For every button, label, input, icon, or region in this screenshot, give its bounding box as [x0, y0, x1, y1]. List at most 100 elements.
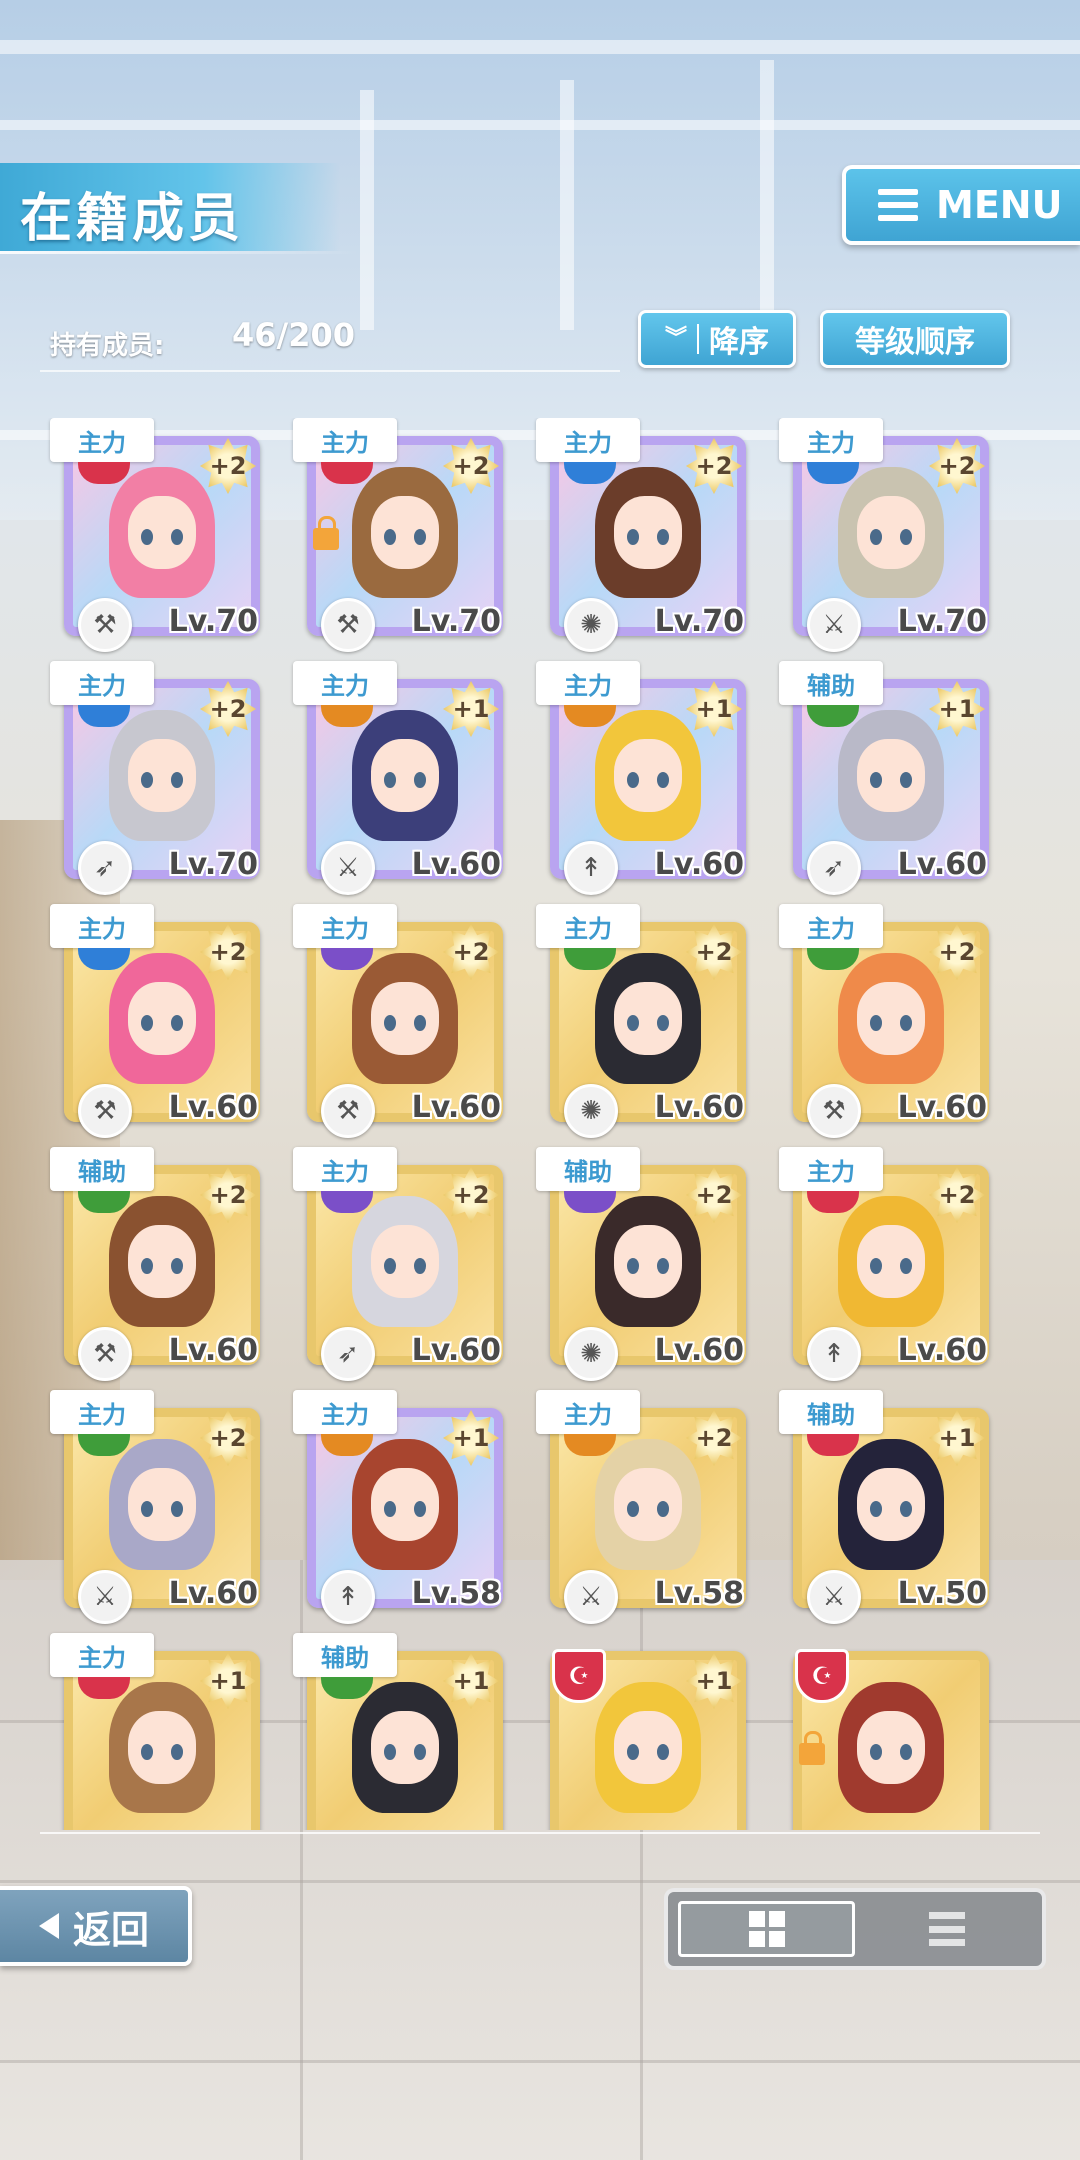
member-level: Lv.70: [411, 604, 501, 639]
role-badge: 辅助: [779, 1390, 883, 1434]
hamburger-icon: [878, 189, 918, 221]
role-badge: 主力: [536, 418, 640, 462]
member-card[interactable]: 主力 +2 ⚒ Lv.70: [50, 418, 260, 652]
member-card[interactable]: 辅助 +1: [293, 1633, 503, 1830]
member-grid: 主力 +2 ⚒ Lv.70 主力 +2 ⚒ Lv.70 主力 +2 ✺ Lv.70 主力 +2 ⚔ Lv.70…: [40, 418, 1040, 1830]
hammer-icon: ⚒: [807, 1084, 861, 1138]
hammer-icon: ⚒: [321, 598, 375, 652]
grid-view-icon: [748, 1911, 785, 1947]
member-level: Lv.70: [897, 604, 987, 639]
bow-icon: ➶: [78, 841, 132, 895]
sword-icon: ⚔: [807, 598, 861, 652]
member-level: Lv.60: [654, 1333, 744, 1368]
role-badge: 主力: [293, 418, 397, 462]
member-card[interactable]: 主力 +2 ⚔ Lv.60: [50, 1390, 260, 1624]
member-card[interactable]: 辅助 +1 ➶ Lv.60: [779, 661, 989, 895]
member-card[interactable]: ☪: [779, 1633, 989, 1830]
role-badge: 辅助: [779, 661, 883, 705]
list-view-icon: [928, 1912, 965, 1946]
attribute-shield-icon: ☪: [552, 1649, 606, 1703]
role-badge: 主力: [50, 418, 154, 462]
member-card[interactable]: 主力 +2 ⚒ Lv.60: [779, 904, 989, 1138]
sort-order-button[interactable]: ︾ 降序: [638, 310, 796, 368]
role-badge: 主力: [293, 1390, 397, 1434]
member-count-value: 46/200: [232, 316, 356, 354]
role-badge: 主力: [536, 1390, 640, 1434]
role-badge: 主力: [536, 904, 640, 948]
member-level: Lv.70: [168, 604, 258, 639]
lance-icon: ↟: [807, 1327, 861, 1381]
role-badge: 主力: [293, 1147, 397, 1191]
role-badge: 主力: [50, 1633, 154, 1677]
grid-view-button[interactable]: [678, 1901, 855, 1957]
member-card[interactable]: 主力 +2 ⚒ Lv.60: [50, 904, 260, 1138]
back-button[interactable]: 返回: [0, 1886, 192, 1966]
member-level: Lv.60: [411, 1333, 501, 1368]
member-card[interactable]: 主力 +2 ➶ Lv.60: [293, 1147, 503, 1381]
member-level: Lv.60: [411, 1090, 501, 1125]
role-badge: 主力: [293, 904, 397, 948]
member-card[interactable]: 主力 +1 ↟ Lv.60: [536, 661, 746, 895]
member-card[interactable]: 主力 +2 ✺ Lv.70: [536, 418, 746, 652]
hammer-icon: ⚒: [78, 1084, 132, 1138]
member-card[interactable]: 辅助 +2 ✺ Lv.60: [536, 1147, 746, 1381]
sword-icon: ⚔: [78, 1570, 132, 1624]
gear-icon: ✺: [564, 1327, 618, 1381]
sort-key-button[interactable]: 等级顺序: [820, 310, 1010, 368]
view-toggle: [664, 1888, 1046, 1970]
sword-icon: ⚔: [321, 841, 375, 895]
member-card[interactable]: 主力 +2 ⚔ Lv.70: [779, 418, 989, 652]
lock-icon: [313, 516, 339, 550]
member-level: Lv.60: [897, 847, 987, 882]
member-card[interactable]: 主力 +2 ↟ Lv.60: [779, 1147, 989, 1381]
member-level: Lv.70: [654, 604, 744, 639]
member-level: Lv.60: [654, 1090, 744, 1125]
role-badge: 主力: [536, 661, 640, 705]
member-card[interactable]: 主力 +2 ✺ Lv.60: [536, 904, 746, 1138]
member-card[interactable]: 主力 +1: [50, 1633, 260, 1830]
role-badge: 主力: [779, 1147, 883, 1191]
member-level: Lv.50: [897, 1576, 987, 1611]
menu-button[interactable]: MENU: [842, 165, 1080, 245]
member-card[interactable]: 主力 +2 ⚒ Lv.70: [293, 418, 503, 652]
member-level: Lv.60: [168, 1576, 258, 1611]
member-level: Lv.58: [654, 1576, 744, 1611]
member-card[interactable]: 主力 +1 ⚔ Lv.60: [293, 661, 503, 895]
gear-icon: ✺: [564, 598, 618, 652]
hammer-icon: ⚒: [78, 1327, 132, 1381]
sort-key-label: 等级顺序: [855, 325, 975, 360]
role-badge: 辅助: [536, 1147, 640, 1191]
role-badge: 辅助: [293, 1633, 397, 1677]
page-title: 在籍成员: [20, 189, 245, 249]
member-card[interactable]: 辅助 +1 ⚔ Lv.50: [779, 1390, 989, 1624]
role-badge: 主力: [50, 904, 154, 948]
member-level: Lv.60: [168, 1090, 258, 1125]
back-button-label: 返回: [72, 1907, 149, 1952]
role-badge: 主力: [779, 418, 883, 462]
separator: [697, 324, 699, 354]
member-card[interactable]: 主力 +1 ↟ Lv.58: [293, 1390, 503, 1624]
hammer-icon: ⚒: [78, 598, 132, 652]
lance-icon: ↟: [321, 1570, 375, 1624]
role-badge: 辅助: [50, 1147, 154, 1191]
list-view-button[interactable]: [861, 1901, 1032, 1957]
sort-order-label: 降序: [709, 325, 769, 360]
member-level: Lv.60: [168, 1333, 258, 1368]
bow-icon: ➶: [807, 841, 861, 895]
member-level: Lv.70: [168, 847, 258, 882]
member-card[interactable]: 主力 +2 ➶ Lv.70: [50, 661, 260, 895]
member-card[interactable]: 主力 +2 ⚔ Lv.58: [536, 1390, 746, 1624]
sword-icon: ⚔: [807, 1570, 861, 1624]
title-underline: [0, 251, 360, 254]
role-badge: 主力: [50, 1390, 154, 1434]
lock-icon: [799, 1731, 825, 1765]
lance-icon: ↟: [564, 841, 618, 895]
member-card[interactable]: 辅助 +2 ⚒ Lv.60: [50, 1147, 260, 1381]
double-chevron-down-icon: ︾: [664, 326, 687, 351]
member-card[interactable]: 主力 +2 ⚒ Lv.60: [293, 904, 503, 1138]
hammer-icon: ⚒: [321, 1084, 375, 1138]
sword-icon: ⚔: [564, 1570, 618, 1624]
member-level: Lv.58: [411, 1576, 501, 1611]
member-card[interactable]: ☪ +1: [536, 1633, 746, 1830]
gear-icon: ✺: [564, 1084, 618, 1138]
